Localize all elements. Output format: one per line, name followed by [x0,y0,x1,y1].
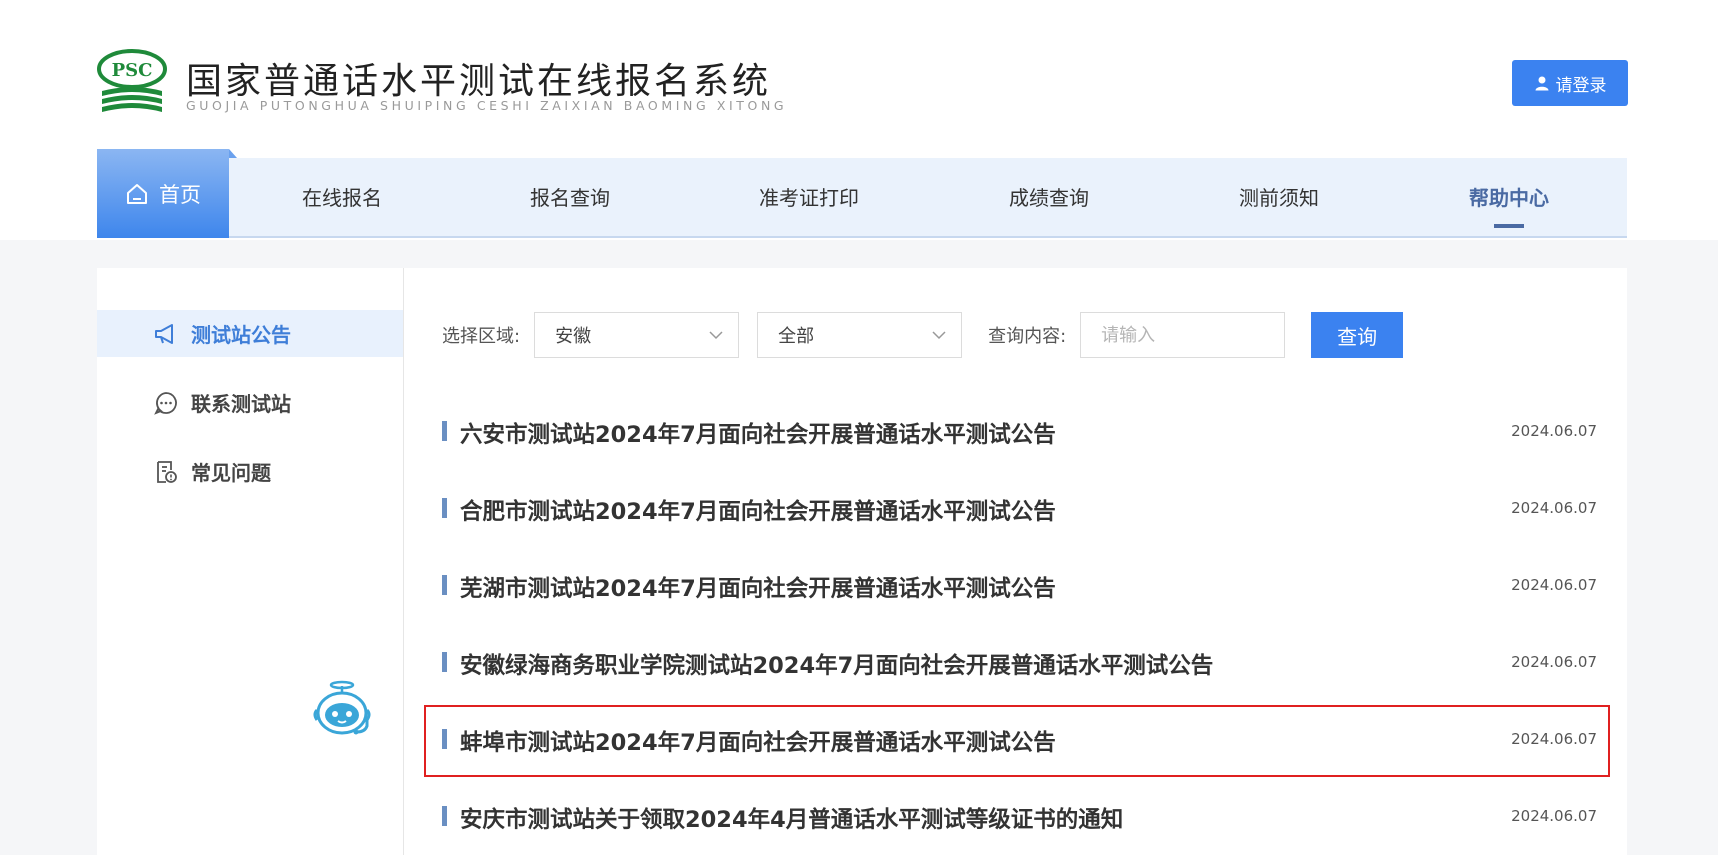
scope-select[interactable]: 全部 [757,312,963,358]
nav-home-label: 首页 [159,182,201,207]
announcement-title[interactable]: 安徽绿海商务职业学院测试站2024年7月面向社会开展普通话水平测试公告 [460,648,1213,680]
list-item[interactable]: 安庆市测试站关于领取2024年4月普通话水平测试等级证书的通知 2024.06.… [442,780,1597,855]
nav-admission-print[interactable]: 准考证打印 [759,158,859,238]
region-select-value: 安徽 [555,326,592,347]
logo-text: PSC [112,60,153,81]
search-input[interactable] [1080,312,1286,358]
list-item-marker [442,421,447,441]
chat-bubble-icon [154,391,177,415]
announcement-date: 2024.06.07 [1511,576,1597,594]
list-item-marker [442,652,447,672]
announcement-date: 2024.06.07 [1511,730,1597,748]
announcement-list: 六安市测试站2024年7月面向社会开展普通话水平测试公告 2024.06.07 … [424,395,1610,855]
sidebar-item-contact[interactable]: 联系测试站 [97,379,403,426]
psc-logo: PSC [97,49,167,112]
announcement-title[interactable]: 芜湖市测试站2024年7月面向社会开展普通话水平测试公告 [460,571,1056,603]
sidebar-item-label: 测试站公告 [191,323,291,347]
announcement-date: 2024.06.07 [1511,653,1597,671]
robot-assistant-icon[interactable] [309,680,375,740]
query-button[interactable]: 查询 [1311,312,1404,358]
nav-online-registration[interactable]: 在线报名 [302,158,382,238]
list-item-marker [442,729,447,749]
sidebar-item-faq[interactable]: 常见问题 [97,448,403,495]
nav-score-query[interactable]: 成绩查询 [1009,158,1089,238]
announcement-date: 2024.06.07 [1511,807,1597,825]
content-card: 测试站公告 联系测试站 常见问题 选择区域: 安徽 全部 查询内容: 请输入 查… [97,268,1627,855]
user-icon [1535,76,1548,91]
list-item-highlighted[interactable]: 蚌埠市测试站2024年7月面向社会开展普通话水平测试公告 2024.06.07 [424,703,1610,780]
announcement-date: 2024.06.07 [1511,499,1597,517]
list-item-marker [442,806,447,826]
announcement-date: 2024.06.07 [1511,422,1597,440]
site-title: 国家普通话水平测试在线报名系统 [186,61,772,102]
list-item[interactable]: 芜湖市测试站2024年7月面向社会开展普通话水平测试公告 2024.06.07 [442,549,1597,626]
home-icon [127,183,147,204]
filter-bar: 选择区域: 安徽 全部 查询内容: 查询 [442,312,1404,358]
nav-pretest-notice[interactable]: 测前须知 [1239,158,1319,238]
megaphone-icon [155,323,173,344]
sidebar: 测试站公告 联系测试站 常见问题 [97,268,404,855]
main-nav: 首页 在线报名 报名查询 准考证打印 成绩查询 测前须知 帮助中心 [97,149,1627,238]
scope-select-value: 全部 [778,326,815,347]
sidebar-item-label: 常见问题 [191,461,271,485]
region-select[interactable]: 安徽 [534,312,740,358]
login-label: 请登录 [1555,75,1607,96]
announcement-title[interactable]: 蚌埠市测试站2024年7月面向社会开展普通话水平测试公告 [460,725,1056,757]
site-subtitle: GUOJIA PUTONGHUA SHUIPING CESHI ZAIXIAN … [186,98,788,113]
list-item[interactable]: 六安市测试站2024年7月面向社会开展普通话水平测试公告 2024.06.07 [442,395,1597,472]
nav-home[interactable]: 首页 [97,149,237,238]
chevron-down-icon [709,331,723,340]
chevron-down-icon [932,331,946,340]
faq-document-icon [157,460,177,483]
list-item-marker [442,575,447,595]
sidebar-item-announcements[interactable]: 测试站公告 [97,310,403,357]
list-item[interactable]: 安徽绿海商务职业学院测试站2024年7月面向社会开展普通话水平测试公告 2024… [442,626,1597,703]
list-item-marker [442,498,447,518]
announcement-title[interactable]: 六安市测试站2024年7月面向社会开展普通话水平测试公告 [460,417,1056,449]
nav-registration-query[interactable]: 报名查询 [530,158,610,238]
list-item[interactable]: 合肥市测试站2024年7月面向社会开展普通话水平测试公告 2024.06.07 [442,472,1597,549]
login-button[interactable]: 请登录 [1512,60,1628,106]
nav-help-center[interactable]: 帮助中心 [1469,158,1549,238]
query-label: 查询内容: [988,326,1067,347]
announcement-title[interactable]: 合肥市测试站2024年7月面向社会开展普通话水平测试公告 [460,494,1056,526]
announcement-title[interactable]: 安庆市测试站关于领取2024年4月普通话水平测试等级证书的通知 [460,802,1123,834]
region-label: 选择区域: [442,326,521,347]
sidebar-item-label: 联系测试站 [191,392,291,416]
